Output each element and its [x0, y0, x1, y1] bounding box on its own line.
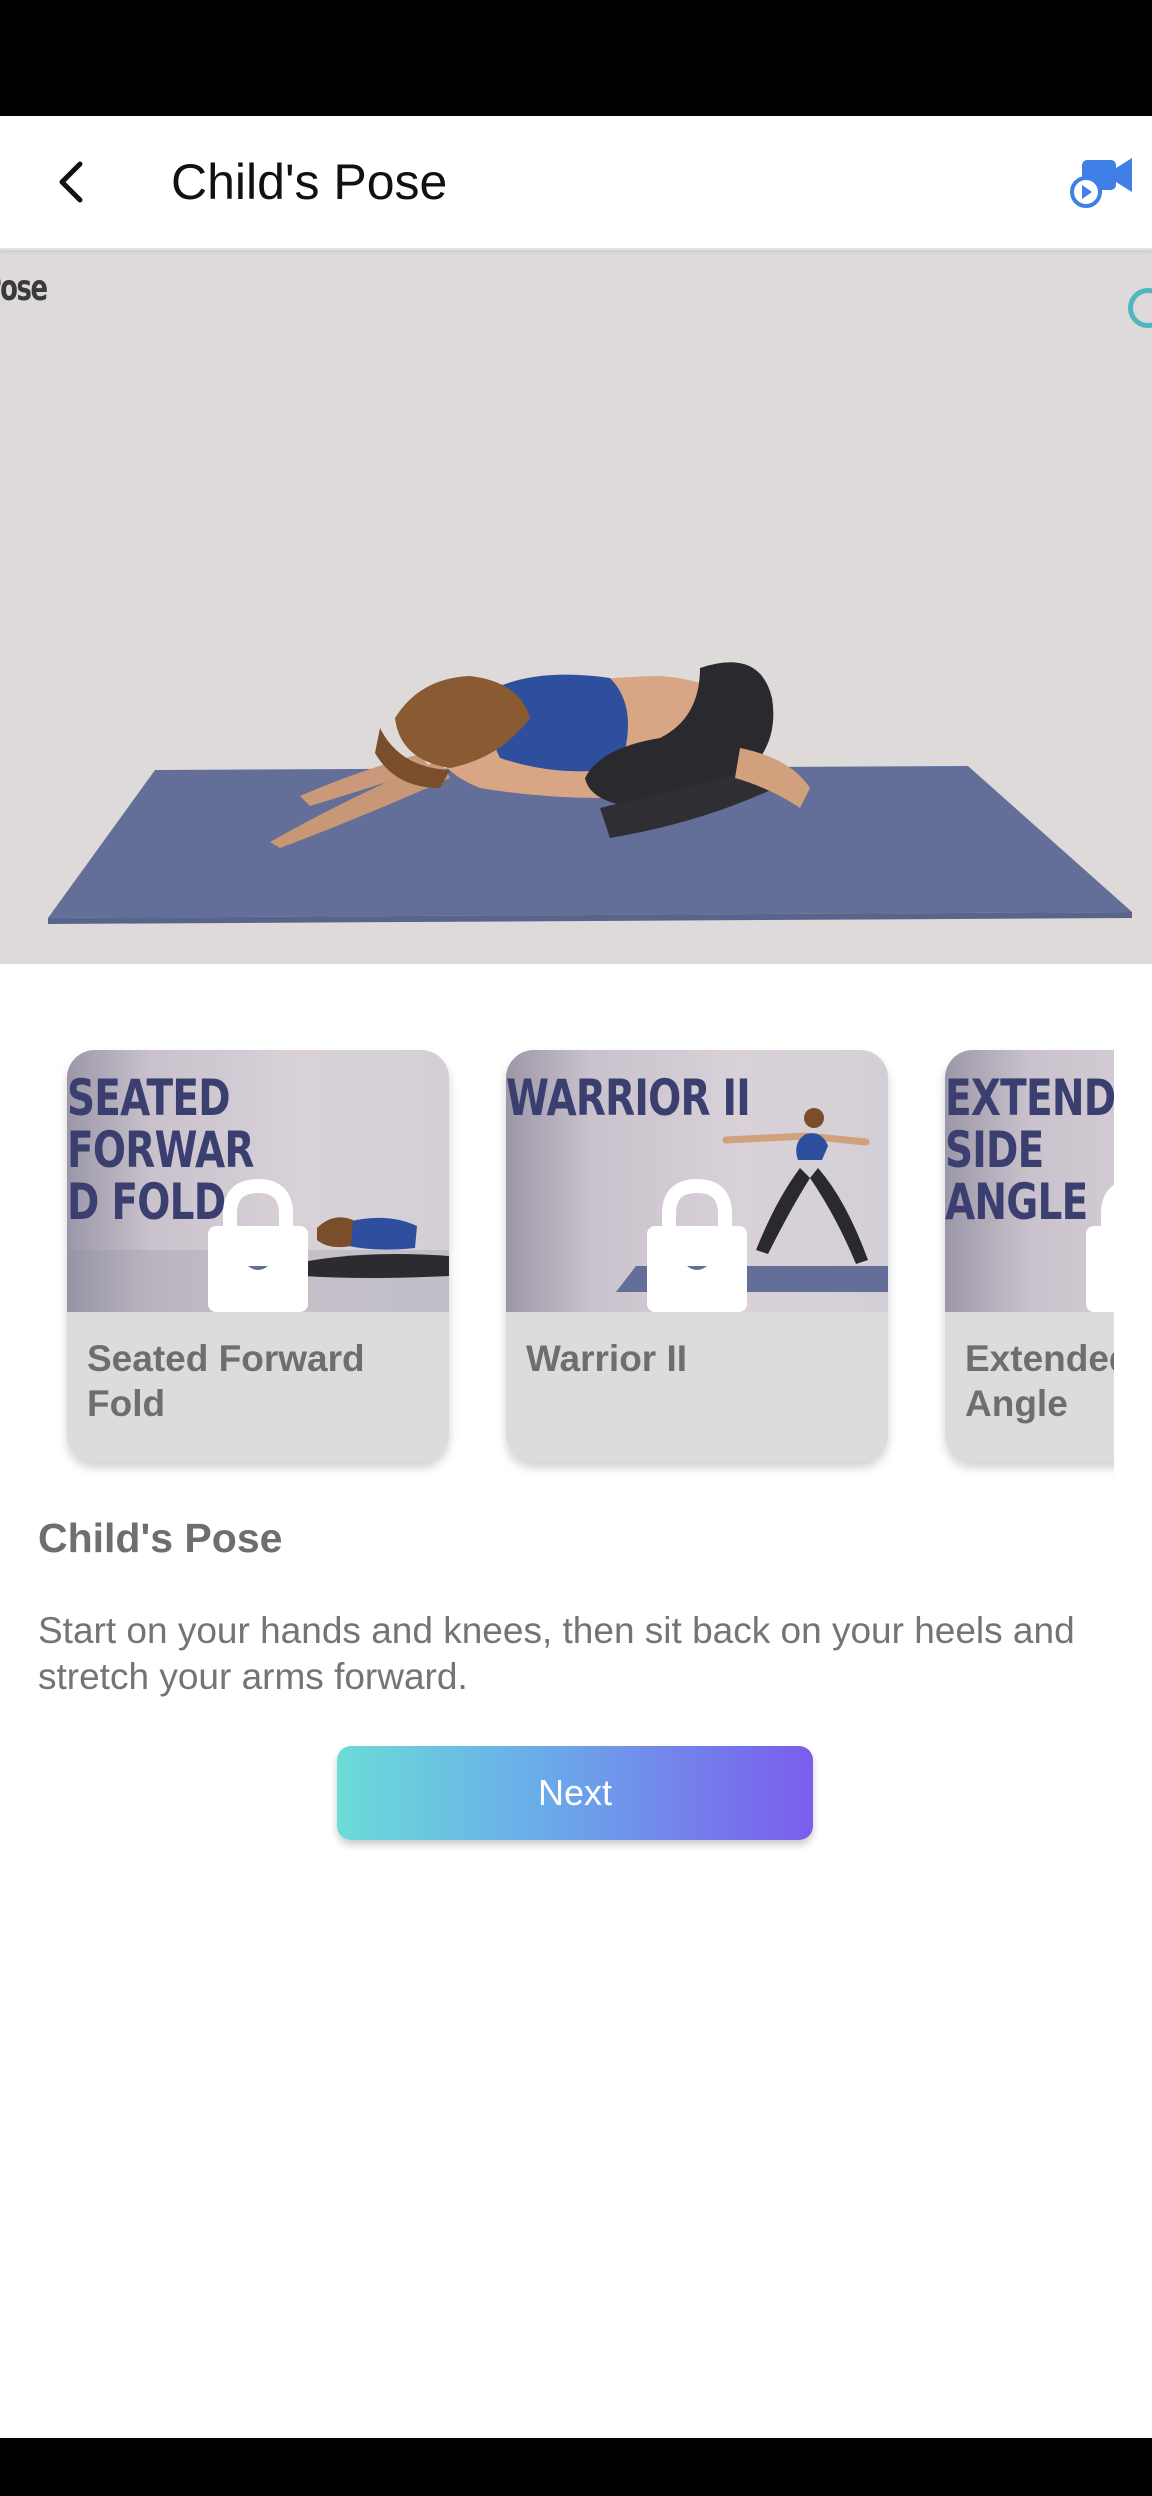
system-navigation-bar [0, 2438, 1152, 2496]
pose-illustration [48, 662, 1132, 924]
next-button[interactable]: Next [337, 1746, 813, 1840]
page-title: Child's Pose [171, 154, 448, 210]
pose-video[interactable]: ld's Pose [0, 248, 1152, 964]
pose-card-warrior-ii[interactable]: WARRIOR II Warrior II [506, 1050, 888, 1462]
pose-title: Child's Pose [38, 1515, 283, 1561]
pose-card-image: SEATED FORWAR D FOLD [67, 1050, 449, 1312]
pose-card-extended-side-angle[interactable]: EXTEND SIDE ANGLE Extended Side Angle [945, 1050, 1114, 1462]
lock-icon [208, 1178, 308, 1312]
pose-description: Start on your hands and knees, then sit … [38, 1610, 1075, 1697]
pose-overlay-label: ld's Pose [0, 268, 48, 309]
pose-card-image: WARRIOR II [506, 1050, 888, 1312]
pose-card-label: Seated Forward Fold [87, 1338, 365, 1424]
video-button[interactable] [1070, 152, 1136, 212]
pose-card-label: Extended Side Angle [965, 1338, 1114, 1424]
pose-card-seated-forward-fold[interactable]: SEATED FORWAR D FOLD Seated Forward Fold [67, 1050, 449, 1462]
video-camera-icon [1070, 158, 1132, 208]
pose-carousel[interactable]: SEATED FORWAR D FOLD Seated Forward Fold… [0, 1030, 1114, 1490]
lock-icon [1086, 1184, 1114, 1312]
status-bar [0, 0, 1152, 116]
pose-card-label: Warrior II [526, 1338, 688, 1379]
app-bar: Child's Pose [0, 116, 1152, 250]
pose-card-image: EXTEND SIDE ANGLE [945, 1050, 1114, 1312]
lock-icon [647, 1178, 747, 1312]
back-button[interactable] [36, 146, 108, 218]
chevron-left-icon [59, 161, 83, 203]
